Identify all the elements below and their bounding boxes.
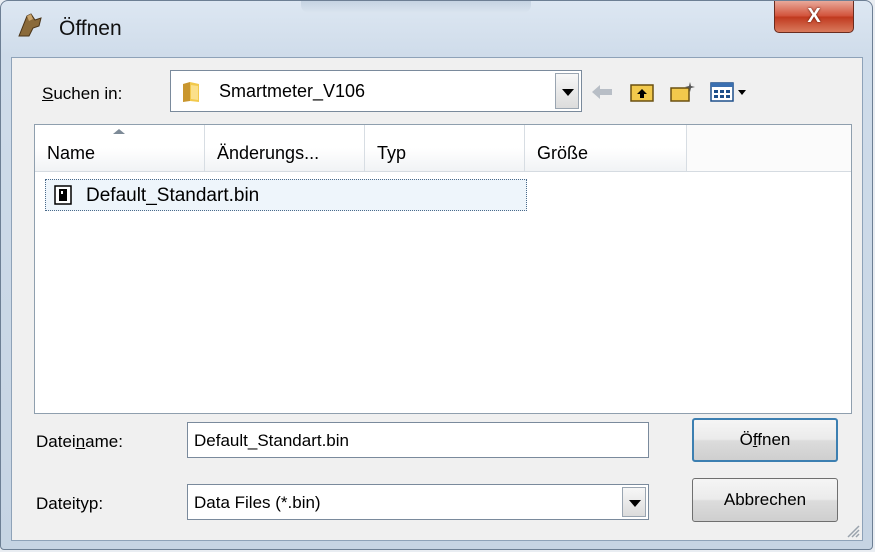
sort-ascending-icon [113, 129, 125, 134]
open-dialog: Öffnen X Suchen in: Smartmeter_V106 Name… [0, 0, 873, 550]
file-list[interactable]: Name Änderungs... Typ Größe Default_Stan… [34, 124, 852, 414]
lookin-dropdown[interactable]: Smartmeter_V106 [170, 70, 582, 112]
window-title: Öffnen [59, 17, 122, 40]
dialog-client: Suchen in: Smartmeter_V106 Name Änderung… [11, 57, 863, 541]
lookin-value: Smartmeter_V106 [219, 81, 366, 101]
new-folder-icon[interactable] [668, 80, 696, 104]
view-menu-icon[interactable] [708, 80, 754, 104]
title-bar[interactable]: Öffnen X [1, 1, 872, 57]
column-header-modified[interactable]: Änderungs... [205, 125, 365, 171]
open-button[interactable]: Öffnen [692, 418, 838, 462]
filename-label: Dateiname: [36, 432, 123, 451]
cancel-button[interactable]: Abbrechen [692, 478, 838, 522]
column-header-type[interactable]: Typ [365, 125, 525, 171]
title-highlight [301, 1, 531, 13]
chevron-down-icon [629, 500, 641, 507]
lookin-label: Suchen in: [42, 84, 123, 103]
filetype-label: Dateityp: [36, 494, 104, 513]
filetype-dropdown[interactable]: Data Files (*.bin) [187, 484, 649, 520]
filetype-value: Data Files (*.bin) [194, 493, 321, 512]
app-icon [18, 13, 42, 37]
file-name: Default_Standart.bin [86, 185, 260, 206]
file-icon [54, 185, 72, 205]
list-item[interactable]: Default_Standart.bin [45, 179, 527, 211]
up-folder-icon[interactable] [628, 80, 656, 104]
column-header-size[interactable]: Größe [525, 125, 687, 171]
lookin-dropdown-button[interactable] [555, 73, 579, 109]
close-icon: X [807, 5, 821, 27]
folder-icon [183, 82, 199, 102]
chevron-down-icon [562, 89, 574, 96]
filename-input[interactable]: Default_Standart.bin [187, 422, 649, 458]
column-header-name[interactable]: Name [35, 125, 205, 171]
close-button[interactable]: X [774, 1, 854, 33]
filename-value: Default_Standart.bin [194, 431, 349, 450]
filetype-dropdown-button[interactable] [622, 487, 646, 517]
resize-grip-icon[interactable] [844, 522, 860, 538]
back-arrow-icon[interactable] [588, 80, 616, 104]
